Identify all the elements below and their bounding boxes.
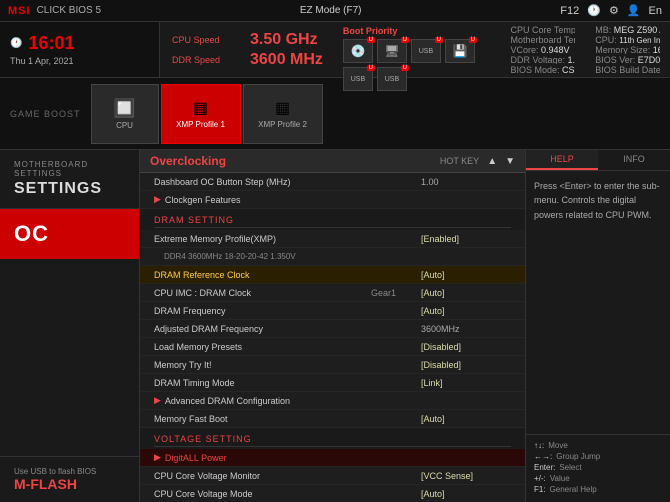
setting-row[interactable]: Dashboard OC Button Step (MHz) 1.00 xyxy=(140,173,525,191)
msi-logo: MSI xyxy=(8,5,31,17)
help-text: Press <Enter> to enter the sub-menu. Con… xyxy=(534,179,662,222)
tab-help[interactable]: HELP xyxy=(526,150,598,170)
boot-item[interactable]: 💿 U xyxy=(343,39,373,63)
oc-header: Overclocking HOT KEY ▲ ▼ xyxy=(140,150,525,173)
main-layout: Motherboard settings SETTINGS OC Use USB… xyxy=(0,150,670,502)
lang-label[interactable]: En xyxy=(649,5,662,17)
setting-dram-timing[interactable]: DRAM Timing Mode [Link] xyxy=(140,374,525,392)
cpu-speed-value: 3.50 GHz xyxy=(250,31,318,49)
profile-btn-cpu[interactable]: 🔲 CPU xyxy=(91,84,159,144)
nav-down-btn[interactable]: ▼ xyxy=(505,156,515,167)
ddr-speed-label: DDR Speed xyxy=(172,55,242,65)
profile-btn-xmp1[interactable]: ▦ XMP Profile 1 xyxy=(161,84,241,144)
boot-item[interactable]: 💾 U xyxy=(445,39,475,63)
ez-mode-label[interactable]: EZ Mode (F7) xyxy=(300,5,362,16)
boot-priority-section: Boot Priority 💿 U 🖥 U USB U 💾 U xyxy=(343,24,493,95)
setting-cpu-volt-mode[interactable]: CPU Core Voltage Mode [Auto] xyxy=(140,485,525,502)
setting-row-clockgen[interactable]: ▶ Clockgen Features xyxy=(140,191,525,209)
mflash-label: Use USB to flash BIOS xyxy=(14,467,125,476)
cpu-btn-label: CPU xyxy=(116,121,133,130)
setting-cpu-imc[interactable]: CPU IMC : DRAM Clock Gear1 [Auto] xyxy=(140,284,525,302)
setting-adv-dram[interactable]: ▶ Advanced DRAM Configuration xyxy=(140,392,525,410)
boot-item-icon: 💿 xyxy=(350,44,365,58)
ddr-speed-value: 3600 MHz xyxy=(250,51,323,69)
time-section: 🕐 16:01 Thu 1 Apr, 2021 xyxy=(0,22,160,77)
f12-icon[interactable]: F12 xyxy=(560,5,579,17)
oc-header-right: HOT KEY ▲ ▼ xyxy=(440,156,515,167)
clock-icon-small: 🕐 xyxy=(10,38,22,49)
boot-item[interactable]: 🖥 U xyxy=(377,39,407,63)
boot-items: 💿 U 🖥 U USB U 💾 U USB U xyxy=(343,39,493,91)
help-content: Press <Enter> to enter the sub-menu. Con… xyxy=(526,171,670,434)
top-bar-right: F12 🕐 ⚙ 👤 En xyxy=(560,4,662,17)
boot-item[interactable]: USB U xyxy=(377,67,407,91)
setting-digitall[interactable]: ▶ DigitALL Power xyxy=(140,449,525,467)
profile-buttons: 🔲 CPU ▦ XMP Profile 1 ▦ XMP Profile 2 xyxy=(91,78,323,149)
xmp1-icon: ▦ xyxy=(193,98,208,118)
boot-item-icon: 🖥 xyxy=(384,44,399,58)
gameboost-label: GAME BOOST xyxy=(0,78,91,149)
xmp2-btn-label: XMP Profile 2 xyxy=(258,120,307,129)
setting-mem-tryit[interactable]: Memory Try It! [Disabled] xyxy=(140,356,525,374)
expand-icon: ▶ xyxy=(154,452,161,463)
xmp2-icon: ▦ xyxy=(275,98,290,118)
boot-item[interactable]: USB U xyxy=(343,67,373,91)
dram-section-header: DRAM Setting xyxy=(140,209,525,230)
setting-cpu-volt-mon[interactable]: CPU Core Voltage Monitor [VCC Sense] xyxy=(140,467,525,485)
nav-hints: ↑↓: Move ←→: Group Jump Enter: Select +/… xyxy=(526,434,670,502)
xmp1-btn-label: XMP Profile 1 xyxy=(176,120,225,129)
left-sidebar: Motherboard settings SETTINGS OC Use USB… xyxy=(0,150,140,502)
gameboost-bar: GAME BOOST 🔲 CPU ▦ XMP Profile 1 ▦ XMP P… xyxy=(0,78,670,150)
boot-item-icon: 💾 xyxy=(452,44,467,58)
setting-dram-freq[interactable]: DRAM Frequency [Auto] xyxy=(140,302,525,320)
user-icon: 👤 xyxy=(627,4,641,17)
profile-btn-xmp2[interactable]: ▦ XMP Profile 2 xyxy=(243,84,323,144)
boot-item[interactable]: USB U xyxy=(411,39,441,63)
speed-section: CPU Speed 3.50 GHz DDR Speed 3600 MHz xyxy=(160,22,335,77)
sidebar-spacer xyxy=(0,259,139,456)
info-bar: 🕐 16:01 Thu 1 Apr, 2021 CPU Speed 3.50 G… xyxy=(0,22,670,78)
top-bar: MSI CLICK BIOS 5 EZ Mode (F7) F12 🕐 ⚙ 👤 … xyxy=(0,0,670,22)
sidebar-item-oc[interactable]: OC xyxy=(0,209,139,259)
clock-icon: 🕐 xyxy=(587,4,601,17)
right-tabs: HELP INFO xyxy=(526,150,670,171)
cpu-speed-label: CPU Speed xyxy=(172,35,242,45)
setting-mem-fast-boot[interactable]: Memory Fast Boot [Auto] xyxy=(140,410,525,428)
voltage-section-header: Voltage Setting xyxy=(140,428,525,449)
sys-info-section: CPU Core Temperature: 38°C MB: MEG Z590 … xyxy=(500,22,670,77)
setting-ddr4-info: DDR4 3600MHz 18-20-20-42 1.350V xyxy=(140,248,525,266)
setting-load-mem[interactable]: Load Memory Presets [Disabled] xyxy=(140,338,525,356)
expand-icon: ▶ xyxy=(154,395,161,406)
setting-adj-dram-freq[interactable]: Adjusted DRAM Frequency 3600MHz xyxy=(140,320,525,338)
right-panel: HELP INFO Press <Enter> to enter the sub… xyxy=(525,150,670,502)
nav-up-btn[interactable]: ▲ xyxy=(487,156,497,167)
settings-icon: ⚙ xyxy=(609,4,619,17)
date-text: Thu 1 Apr, 2021 xyxy=(10,56,149,66)
expand-icon: ▶ xyxy=(154,194,161,205)
sidebar-item-mflash[interactable]: Use USB to flash BIOS M-FLASH xyxy=(0,456,139,502)
mflash-title: M-FLASH xyxy=(14,476,125,492)
time-display: 16:01 xyxy=(28,33,74,54)
bios-title: CLICK BIOS 5 xyxy=(37,5,101,16)
setting-xmp[interactable]: Extreme Memory Profile(XMP) [Enabled] xyxy=(140,230,525,248)
center-content[interactable]: Overclocking HOT KEY ▲ ▼ Dashboard OC Bu… xyxy=(140,150,525,502)
tab-info[interactable]: INFO xyxy=(598,150,670,170)
oc-title-header: Overclocking xyxy=(150,154,226,168)
boot-priority-label: Boot Priority xyxy=(343,26,493,36)
cpu-icon: 🔲 xyxy=(113,98,135,119)
oc-title: OC xyxy=(14,221,125,247)
top-bar-left: MSI CLICK BIOS 5 xyxy=(8,5,101,17)
settings-title: SETTINGS xyxy=(14,180,125,198)
setting-dram-ref-clock[interactable]: DRAM Reference Clock [Auto] xyxy=(140,266,525,284)
settings-label: Motherboard settings xyxy=(14,160,125,178)
sidebar-item-settings[interactable]: Motherboard settings SETTINGS xyxy=(0,150,139,209)
